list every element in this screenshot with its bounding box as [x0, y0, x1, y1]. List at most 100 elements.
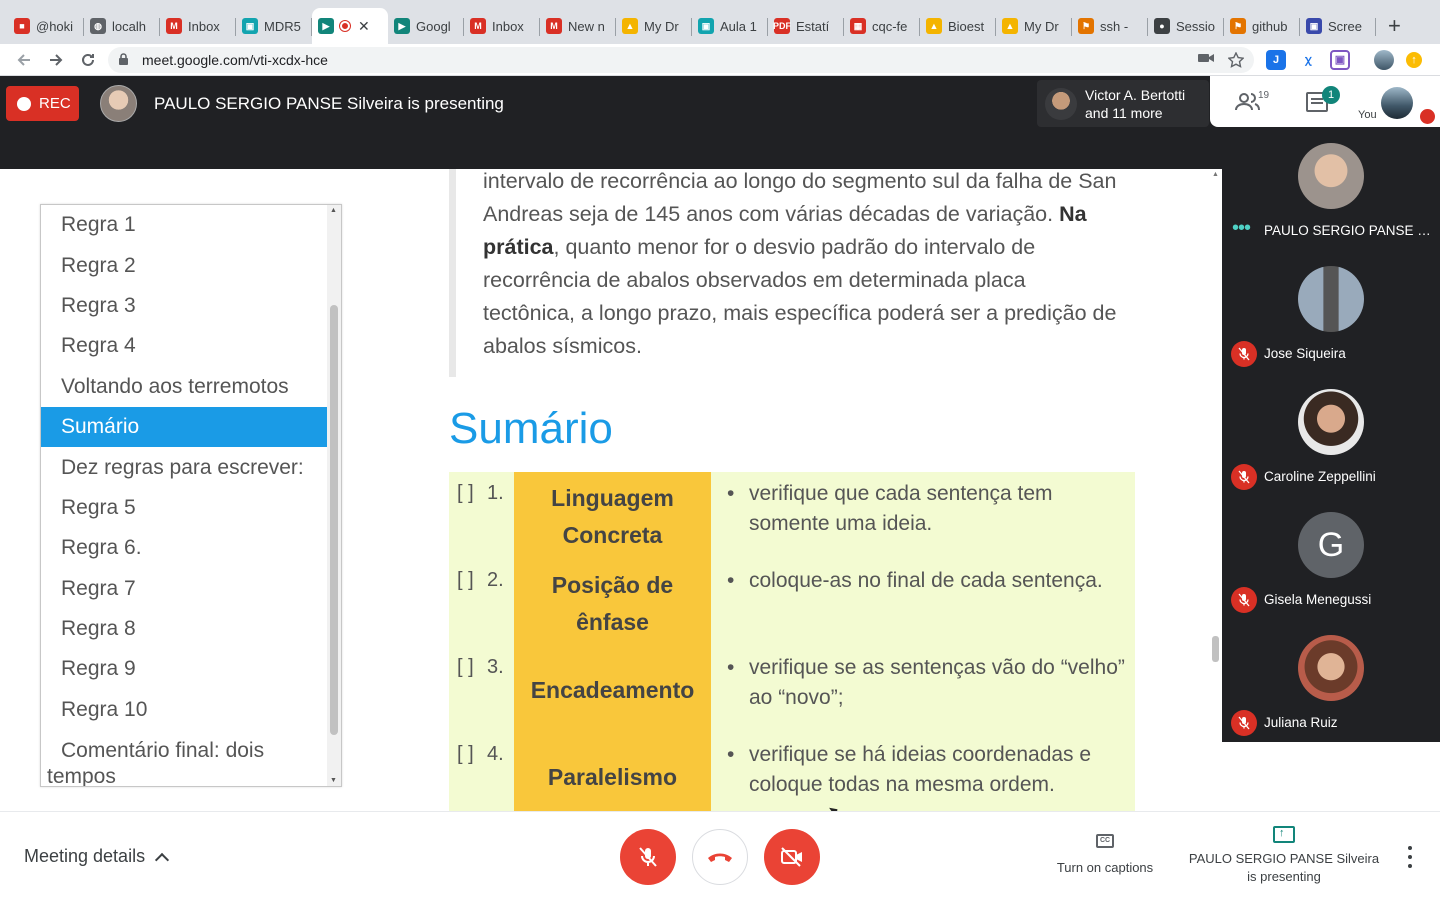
tab-label: Inbox	[492, 18, 524, 34]
browser-tab[interactable]: ▣ MDR5	[236, 8, 312, 44]
tab-favicon-icon: ▣	[242, 18, 258, 34]
summary-description: verifique se há ideias coordenadas e col…	[727, 740, 1129, 800]
outline-item[interactable]: Regra 1	[41, 205, 327, 245]
slide-title: Sumário	[449, 404, 613, 453]
summary-description: verifique que cada sentença tem somente …	[727, 479, 1129, 539]
leave-call-button[interactable]	[692, 829, 748, 885]
participant-name: Juliana Ruiz	[1264, 715, 1338, 730]
browser-tab[interactable]: ▲ My Dr	[996, 8, 1072, 44]
summary-term: Encadeamento	[530, 677, 695, 703]
tab-label: My Dr	[1024, 18, 1059, 34]
outline-item[interactable]: Comentário final: dois tempos	[41, 730, 327, 786]
outline-scrollbar[interactable]: ▲ ▼	[327, 205, 341, 786]
tab-favicon-icon: ●	[1154, 18, 1170, 34]
extension-j-icon[interactable]: J	[1266, 49, 1286, 70]
self-muted-icon	[1420, 109, 1435, 124]
outline-item[interactable]: Regra 10	[41, 690, 327, 730]
participant-avatar	[1298, 266, 1364, 332]
outline-item[interactable]: Regra 9	[41, 649, 327, 689]
outline-item[interactable]: Regra 4	[41, 326, 327, 366]
other-participants-tile[interactable]: Victor A. Bertotti and 11 more	[1037, 80, 1209, 127]
outline-item[interactable]: Sumário	[41, 406, 327, 448]
browser-tab[interactable]: ▲ Bioest	[920, 8, 996, 44]
browser-tab[interactable]: ◍ localh	[84, 8, 160, 44]
chevron-up-icon	[155, 852, 170, 867]
presentation-status[interactable]: PAULO SERGIO PANSE Silveira is presentin…	[1186, 824, 1382, 886]
summary-table: [ ] 1. Linguagem Concreta verifique que cad…	[449, 472, 1135, 811]
browser-tab[interactable]: PDF Estatí	[768, 8, 844, 44]
outline-item[interactable]: Regra 8	[41, 609, 327, 649]
tab-favicon-icon: ▲	[926, 18, 942, 34]
outline-item[interactable]: Regra 7	[41, 569, 327, 609]
reload-button[interactable]	[72, 46, 104, 74]
forward-button[interactable]	[40, 46, 72, 74]
profile-avatar-icon[interactable]	[1374, 49, 1394, 70]
extension-screen-icon[interactable]: ▣	[1330, 49, 1350, 70]
extension-notification-icon[interactable]: ↑	[1406, 51, 1422, 68]
meet-bottom-bar: Meeting details CC Turn on captions PAUL…	[0, 811, 1440, 900]
microphone-toggle-button[interactable]	[620, 829, 676, 885]
tab-favicon-icon: PDF	[773, 18, 791, 34]
slide-content: intervalo de recorrência ao longo do seg…	[449, 169, 1149, 811]
outline-item[interactable]: Dez regras para escrever:	[41, 447, 327, 487]
new-tab-button[interactable]: +	[1376, 8, 1413, 44]
close-tab-icon[interactable]: ✕	[358, 18, 370, 35]
outline-item[interactable]: Regra 3	[41, 286, 327, 326]
scrollbar-thumb[interactable]	[330, 305, 338, 735]
bookmark-star-icon[interactable]	[1228, 51, 1244, 68]
browser-tab[interactable]: ▣ Scree	[1300, 8, 1376, 44]
stage-scrollbar[interactable]: ▲	[1208, 169, 1222, 811]
outline-item[interactable]: Regra 2	[41, 245, 327, 285]
browser-tab[interactable]: ▦ cqc-fe	[844, 8, 920, 44]
self-avatar[interactable]	[1381, 87, 1413, 119]
tab-favicon-icon: ▲	[1002, 18, 1018, 34]
back-arrow-icon	[17, 53, 30, 66]
browser-tab[interactable]: ⚑ github	[1224, 8, 1300, 44]
browser-tab[interactable]: ■ @hoki	[8, 8, 84, 44]
summary-checkbox: [ ]	[457, 656, 474, 678]
browser-tab[interactable]: ▶ Googl	[388, 8, 464, 44]
participant-tile[interactable]: G Gisela Menegussi	[1222, 502, 1440, 625]
address-bar[interactable]: meet.google.com/vti-xcdx-hce	[108, 46, 1254, 73]
participant-name: Gisela Menegussi	[1264, 592, 1372, 607]
tab-favicon-icon: ◍	[90, 18, 106, 34]
slide-quote-text: intervalo de recorrência ao longo do seg…	[483, 169, 1117, 358]
summary-number: 1.	[487, 482, 504, 504]
browser-tab[interactable]: M Inbox	[464, 8, 540, 44]
browser-tab[interactable]: ● Sessio	[1148, 8, 1224, 44]
muted-mic-icon	[1231, 341, 1257, 367]
browser-tab[interactable]: ▣ Aula 1	[692, 8, 768, 44]
browser-tab[interactable]: ⚑ ssh -	[1072, 8, 1148, 44]
back-button[interactable]	[8, 46, 40, 74]
scroll-up-icon[interactable]: ▲	[330, 207, 337, 214]
browser-tab[interactable]: M Inbox	[160, 8, 236, 44]
camera-permission-icon[interactable]	[1198, 52, 1214, 64]
browser-tab[interactable]: ▲ My Dr	[616, 8, 692, 44]
participant-tile[interactable]: Caroline Zeppellini	[1222, 379, 1440, 502]
more-options-icon[interactable]	[1400, 846, 1420, 868]
scroll-down-icon[interactable]: ▼	[330, 777, 337, 784]
outline-item[interactable]: Voltando aos terremotos	[41, 367, 327, 407]
mic-off-icon	[639, 847, 657, 867]
captions-button[interactable]: CC Turn on captions	[1050, 834, 1160, 875]
camera-toggle-button[interactable]	[764, 829, 820, 885]
browser-tab[interactable]: ▶ ✕	[312, 8, 388, 44]
presentation-stage: Regra 1 Regra 2 Regra 3 Regra 4 Voltando aos…	[0, 169, 1222, 811]
tab-label: @hoki	[36, 18, 74, 34]
scrollbar-thumb[interactable]	[1212, 636, 1219, 662]
participant-avatar	[1298, 635, 1364, 701]
browser-tab[interactable]: M New n	[540, 8, 616, 44]
extension-translate-icon[interactable]: ꭓ	[1298, 50, 1318, 70]
tab-label: Aula 1	[720, 18, 757, 34]
meeting-details-button[interactable]: Meeting details	[24, 846, 170, 867]
scroll-up-icon[interactable]: ▲	[1212, 171, 1219, 178]
outline-item[interactable]: Regra 5	[41, 488, 327, 528]
muted-mic-icon	[1231, 710, 1257, 736]
tab-label: Estatí	[796, 18, 830, 34]
participant-avatar	[1045, 87, 1077, 120]
summary-term: Paralelismo	[547, 764, 678, 790]
participant-tile[interactable]: ••• PAULO SERGIO PANSE Sil...	[1222, 133, 1440, 256]
participant-tile[interactable]: Juliana Ruiz	[1222, 625, 1440, 748]
outline-item[interactable]: Regra 6.	[41, 528, 327, 568]
participant-tile[interactable]: Jose Siqueira	[1222, 256, 1440, 379]
